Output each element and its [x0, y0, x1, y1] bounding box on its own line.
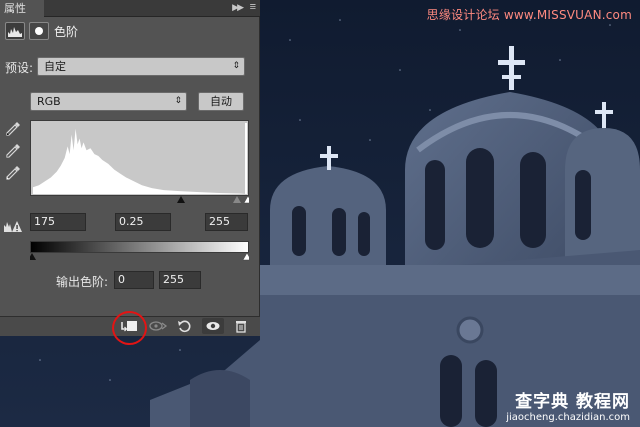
channel-value: RGB: [37, 95, 61, 108]
gray-point-eyedropper-icon[interactable]: [5, 143, 21, 159]
auto-button[interactable]: 自动: [198, 92, 244, 111]
watermark-url: jiaocheng.chazidian.com: [506, 412, 630, 423]
black-point-eyedropper-icon[interactable]: [5, 121, 21, 137]
highlight-annotation-circle: [112, 311, 147, 345]
output-levels-label: 输出色阶:: [56, 275, 109, 289]
watermark-top: 思缘设计论坛 www.MISSVUAN.com: [426, 8, 632, 22]
layer-mask-icon[interactable]: [29, 22, 49, 40]
input-black-field[interactable]: 175: [30, 213, 86, 231]
levels-histogram: [30, 120, 249, 196]
preset-value: 自定: [44, 60, 66, 73]
output-white-field[interactable]: 255: [159, 271, 201, 289]
input-levels-slider[interactable]: [30, 196, 249, 204]
input-gamma-field[interactable]: 0.25: [115, 213, 171, 231]
white-point-handle[interactable]: [243, 196, 249, 204]
channel-dropdown[interactable]: RGB ⇕: [30, 92, 187, 111]
output-levels-slider[interactable]: [30, 253, 249, 261]
preset-label: 预设:: [5, 61, 34, 75]
levels-histogram-icon[interactable]: [5, 22, 25, 40]
input-white-field[interactable]: 255: [205, 213, 248, 231]
double-chevron-right-icon[interactable]: ▶▶: [232, 2, 244, 13]
properties-tab[interactable]: 属性: [0, 0, 44, 17]
gamma-handle[interactable]: [233, 196, 241, 203]
adjustment-title: 色阶: [54, 25, 79, 39]
black-point-handle[interactable]: [177, 196, 185, 203]
reset-icon[interactable]: [174, 318, 196, 334]
preset-dropdown[interactable]: 自定 ⇕: [37, 57, 245, 76]
view-previous-icon[interactable]: [147, 318, 169, 334]
output-black-field[interactable]: 0: [114, 271, 154, 289]
visibility-eye-icon[interactable]: [202, 318, 224, 334]
output-black-handle[interactable]: [30, 253, 36, 260]
panel-titlebar: 属性 ▶▶ ≡: [0, 0, 260, 17]
clipping-warning-icon[interactable]: [3, 219, 23, 233]
up-down-arrows-icon: ⇕: [232, 61, 240, 71]
watermark-bottom: 查字典 教程网 jiaocheng.chazidian.com: [506, 387, 630, 423]
output-gradient-bar: [30, 241, 249, 253]
properties-panel: 属性 ▶▶ ≡ 色阶 预设: 自定 ⇕ RGB ⇕ 自动 175 0.25 25…: [0, 0, 260, 336]
watermark-site-name: 查字典 教程网: [515, 392, 630, 412]
white-point-eyedropper-icon[interactable]: [5, 165, 21, 181]
trash-icon[interactable]: [230, 318, 252, 334]
output-white-handle[interactable]: [242, 253, 249, 261]
up-down-arrows-icon: ⇕: [174, 96, 182, 106]
panel-menu-icon[interactable]: ≡: [250, 1, 256, 13]
